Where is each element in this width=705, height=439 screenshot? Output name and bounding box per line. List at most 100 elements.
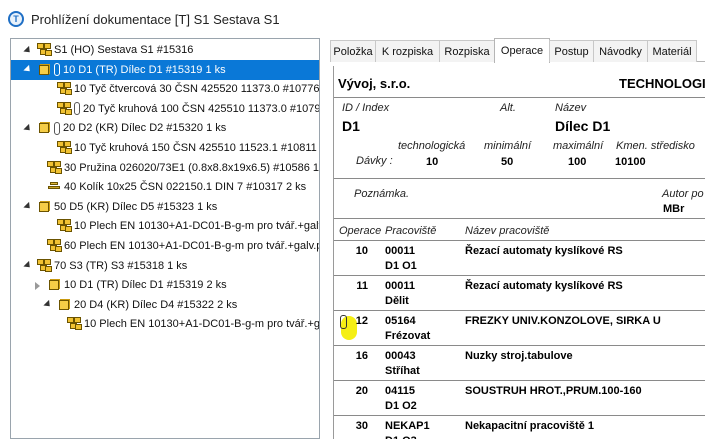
tree-item[interactable]: 10 D1 (TR) Dílec D1 #15319 1 ks	[11, 59, 319, 80]
tab-položka[interactable]: Položka	[330, 40, 376, 62]
tree-item-label: 30 Pružina 026020/73E1 (0.8x8.8x19x6.5) …	[64, 161, 320, 174]
assembly-icon	[57, 141, 72, 155]
tree-item[interactable]: 60 Plech EN 10130+A1-DC01-B-g-m pro tvář…	[11, 236, 320, 256]
workplace-code: 00043	[385, 350, 416, 362]
assembly-icon	[37, 258, 52, 273]
tree-item[interactable]: 30 Pružina 026020/73E1 (0.8x8.8x19x6.5) …	[11, 158, 320, 178]
divider	[334, 97, 705, 98]
batch-max-label: maximální	[553, 140, 604, 152]
operation-description: Dělit	[385, 295, 409, 307]
tree-item[interactable]: 10 D1 (TR) Dílec D1 #15319 2 ks	[11, 275, 227, 295]
tab-operace[interactable]: Operace	[494, 38, 550, 63]
operation-number: 12	[355, 315, 368, 327]
tab-k-rozpiska[interactable]: K rozpiska	[375, 40, 440, 62]
assembly-icon	[47, 160, 62, 175]
tree-item[interactable]: 20 D4 (KR) Dílec D4 #15322 2 ks	[11, 295, 237, 315]
id-value: D1	[342, 118, 360, 134]
part-icon	[47, 278, 62, 292]
collapse-icon[interactable]	[23, 65, 32, 74]
batch-max-value: 100	[568, 156, 587, 168]
tree-item-label: 10 Plech EN 10130+A1-DC01-B-g-m pro tvář…	[74, 220, 320, 233]
tree-item[interactable]: 10 Tyč čtvercová 30 ČSN 425520 11373.0 #…	[11, 79, 320, 99]
row-divider	[334, 415, 705, 416]
tree-item[interactable]: 10 Tyč kruhová 150 ČSN 425510 11523.1 #1…	[11, 138, 320, 158]
collapse-icon[interactable]	[23, 46, 32, 55]
workplace-name: SOUSTRUH HROT.,PRUM.100-160	[465, 385, 642, 397]
operation-number: 16	[355, 350, 368, 362]
tree-item-label: 20 D2 (KR) Dílec D2 #15320 1 ks	[63, 122, 227, 135]
operation-description: Stříhat	[385, 365, 420, 377]
part-icon	[57, 298, 72, 312]
workplace-name: Řezací automaty kyslíkové RS	[465, 245, 623, 257]
collapse-icon[interactable]	[43, 300, 52, 309]
collapse-icon[interactable]	[23, 124, 32, 133]
tree-item-label: 10 D1 (TR) Dílec D1 #15319 2 ks	[64, 279, 227, 292]
batch-tech-value: 10	[426, 156, 439, 168]
company-name: Vývoj, s.r.o.	[338, 76, 411, 91]
col-operation: Operace	[339, 225, 382, 237]
row-divider	[334, 310, 705, 311]
document-type: TECHNOLOGIC	[619, 76, 705, 91]
paperclip-icon	[54, 63, 60, 77]
collapse-icon[interactable]	[23, 261, 32, 270]
assembly-icon	[47, 239, 62, 253]
tree-item[interactable]: 50 D5 (KR) Dílec D5 #15323 1 ks	[11, 197, 217, 217]
note-label: Poznámka.	[354, 188, 410, 200]
tab-postup[interactable]: Postup	[549, 40, 594, 62]
row-divider	[334, 380, 705, 381]
operation-number: 20	[355, 385, 368, 397]
workplace-code: 00011	[385, 245, 415, 257]
tree-item[interactable]: 10 Plech EN 10130+A1-DC01-B-g-m pro tvář…	[11, 314, 320, 334]
operation-number: 10	[355, 245, 368, 257]
operation-description: D1 O1	[385, 260, 417, 272]
window-title: Prohlížení dokumentace [T] S1 Sestava S1	[31, 11, 280, 27]
name-label: Název	[555, 102, 587, 114]
author-value: MBr	[663, 203, 685, 215]
pin-icon	[47, 180, 62, 194]
tree-item-label: S1 (HO) Sestava S1 #15316	[54, 44, 194, 56]
tree-item-label: 20 D4 (KR) Dílec D4 #15322 2 ks	[74, 298, 238, 311]
workplace-name: Nekapacitní pracoviště 1	[465, 420, 595, 432]
paperclip-icon	[54, 121, 60, 135]
tree-item[interactable]: 20 Tyč kruhová 100 ČSN 425510 11373.0 #1…	[11, 99, 320, 119]
detail-tabs: Položka K rozpiska Rozpiska Operace Postup Ná…	[330, 38, 705, 63]
batch-min-label: minimální	[484, 140, 532, 152]
collapse-icon[interactable]	[23, 202, 32, 211]
tree-item[interactable]: 20 D2 (KR) Dílec D2 #15320 1 ks	[11, 118, 226, 138]
tab-materiál[interactable]: Materiál	[647, 40, 697, 62]
expand-icon[interactable]	[33, 281, 42, 290]
divider	[334, 240, 705, 241]
workplace-code: 05164	[385, 315, 416, 327]
divider	[334, 218, 705, 219]
tree-item[interactable]: 40 Kolík 10x25 ČSN 022150.1 DIN 7 #10317…	[11, 177, 306, 197]
tree-item[interactable]: S1 (HO) Sestava S1 #15316	[11, 40, 193, 60]
operation-number: 11	[356, 280, 368, 292]
part-icon	[37, 121, 52, 135]
tree-item-label: 10 Tyč čtvercová 30 ČSN 425520 11373.0 #…	[74, 83, 320, 96]
workplace-name: Řezací automaty kyslíkové RS	[465, 280, 623, 292]
tree-item[interactable]: 10 Plech EN 10130+A1-DC01-B-g-m pro tvář…	[11, 216, 320, 236]
tree-item-label: 20 Tyč kruhová 100 ČSN 425510 11373.0 #1…	[83, 102, 320, 115]
tab-návodky[interactable]: Návodky	[593, 40, 648, 62]
part-icon	[37, 200, 52, 214]
col-workplace: Pracoviště	[385, 225, 437, 237]
tree-item-label: 10 Plech EN 10130+A1-DC01-B-g-m pro tvář…	[84, 318, 320, 331]
structure-tree[interactable]: S1 (HO) Sestava S1 #15316 10 D1 (TR) Díle…	[10, 38, 320, 439]
part-icon	[37, 63, 52, 77]
assembly-icon	[57, 219, 72, 233]
col-workplace-name: Název pracoviště	[465, 225, 550, 237]
tree-item-label: 10 Tyč kruhová 150 ČSN 425510 11523.1 #1…	[74, 142, 320, 154]
tab-rozpiska[interactable]: Rozpiska	[439, 40, 495, 62]
app-icon: T	[8, 11, 24, 27]
operation-description: D1 O3	[385, 435, 417, 439]
tree-item[interactable]: 70 S3 (TR) S3 #15318 1 ks	[11, 256, 187, 276]
tree-item-label: 60 Plech EN 10130+A1-DC01-B-g-m pro tvář…	[64, 240, 320, 252]
batch-min-value: 50	[501, 156, 514, 168]
divider	[334, 178, 705, 179]
app-icon-letter: T	[13, 14, 19, 24]
paperclip-icon	[74, 102, 80, 116]
